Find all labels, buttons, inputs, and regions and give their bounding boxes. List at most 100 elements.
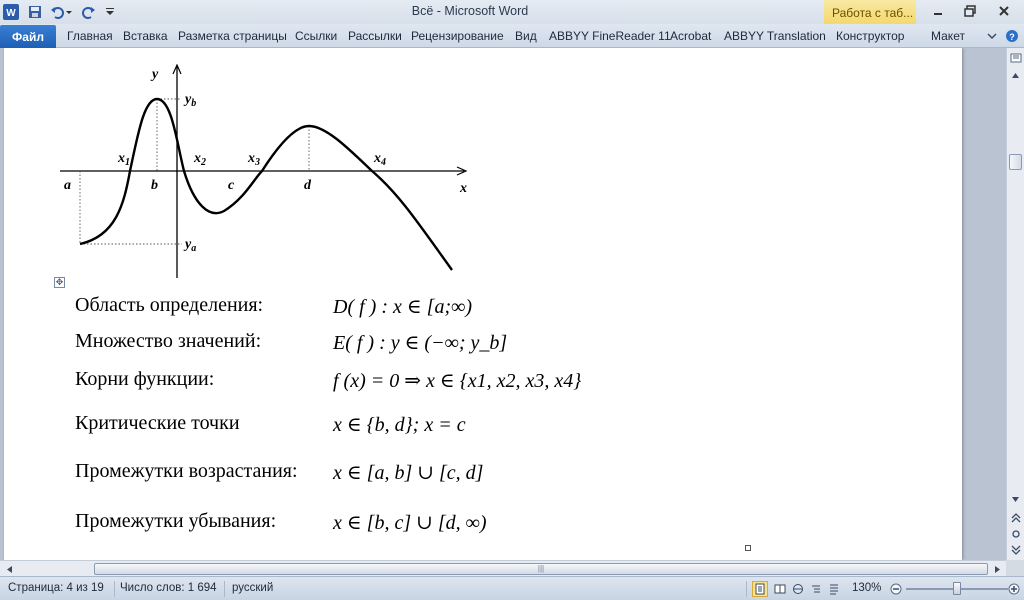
restore-icon xyxy=(964,5,976,17)
status-bar: Страница: 4 из 19 Число слов: 1 694 русс… xyxy=(0,576,1024,600)
property-row-increasing: Промежутки возрастания: x ∈ [a, b] ∪ [c,… xyxy=(75,460,655,488)
x4-label: x xyxy=(373,151,381,166)
x2-subscript: 2 xyxy=(200,157,206,168)
table-move-handle[interactable]: ✥ xyxy=(54,277,65,288)
status-separator xyxy=(224,581,225,597)
tab-view[interactable]: Вид xyxy=(515,29,537,43)
d-label: d xyxy=(304,178,312,193)
svg-text:x2: x2 xyxy=(193,151,206,168)
ruler-toggle-icon[interactable] xyxy=(1008,50,1023,65)
tab-design[interactable]: Конструктор xyxy=(836,29,904,43)
table-resize-handle[interactable] xyxy=(745,545,751,551)
property-formula: E( f ) : y ∈ (−∞; y_b] xyxy=(333,332,508,354)
x1-subscript: 1 xyxy=(125,157,130,168)
select-browse-object-icon[interactable] xyxy=(1008,526,1023,541)
property-row-range: Множество значений: E( f ) : y ∈ (−∞; y_… xyxy=(75,330,655,358)
horizontal-scrollbar[interactable]: ||| xyxy=(0,560,1006,576)
zoom-in-button[interactable] xyxy=(1006,581,1022,597)
close-button[interactable] xyxy=(990,2,1018,20)
x3-label: x xyxy=(247,151,255,166)
next-page-icon[interactable] xyxy=(1008,542,1023,557)
x4-subscript: 4 xyxy=(380,157,386,168)
tab-abbyy-translation[interactable]: ABBYY Translation xyxy=(724,29,826,43)
language-status[interactable]: русский xyxy=(232,582,273,594)
ya-subscript: a xyxy=(191,243,196,254)
status-separator xyxy=(114,581,115,597)
web-layout-view-button[interactable] xyxy=(790,581,806,597)
svg-text:x3: x3 xyxy=(247,151,260,168)
zoom-out-button[interactable] xyxy=(888,581,904,597)
page-number-status[interactable]: Страница: 4 из 19 xyxy=(8,582,104,594)
draft-icon xyxy=(830,584,838,595)
full-screen-reading-view-button[interactable] xyxy=(772,581,788,597)
y-axis-label: y xyxy=(150,67,159,82)
vertical-scrollbar[interactable] xyxy=(1006,48,1024,560)
property-label: Критические точки xyxy=(75,412,240,434)
property-formula: f (x) = 0 ⇒ x ∈ {x1, x2, x3, x4} xyxy=(333,370,582,392)
tab-file[interactable]: Файл xyxy=(0,25,56,48)
tab-review[interactable]: Рецензирование xyxy=(411,29,504,43)
svg-text:x1: x1 xyxy=(117,151,130,168)
property-label: Промежутки возрастания: xyxy=(75,460,298,482)
status-separator xyxy=(746,581,747,597)
zoom-in-icon xyxy=(1008,583,1020,595)
outline-view-button[interactable] xyxy=(808,581,824,597)
scroll-up-icon[interactable] xyxy=(1008,68,1023,83)
scroll-down-icon[interactable] xyxy=(1008,492,1023,507)
tab-home[interactable]: Главная xyxy=(67,29,113,43)
tab-insert[interactable]: Вставка xyxy=(123,29,168,43)
property-label: Множество значений: xyxy=(75,330,262,352)
tab-abbyy-finereader[interactable]: ABBYY FineReader 11 xyxy=(549,29,671,43)
property-formula: x ∈ {b, d}; x = c xyxy=(333,414,466,436)
tab-acrobat[interactable]: Acrobat xyxy=(670,29,711,43)
title-bar: W Всё - Microsoft Word Работа с таб... xyxy=(0,0,1024,26)
scroll-right-icon[interactable] xyxy=(990,562,1004,576)
svg-text:?: ? xyxy=(1009,32,1015,42)
draft-view-button[interactable] xyxy=(826,581,842,597)
tab-layout[interactable]: Макет xyxy=(931,29,965,43)
property-label: Корни функции: xyxy=(75,368,215,390)
previous-page-icon[interactable] xyxy=(1008,510,1023,525)
minimize-ribbon-icon[interactable] xyxy=(984,29,1000,43)
tab-page-layout[interactable]: Разметка страницы xyxy=(178,29,287,43)
table-tools-context-title: Работа с таб... xyxy=(824,0,916,26)
x1-label: x xyxy=(117,151,125,166)
window-title: Всё - Microsoft Word xyxy=(411,4,529,18)
zoom-out-icon xyxy=(890,583,902,595)
vertical-scroll-thumb[interactable] xyxy=(1009,154,1022,170)
tab-references[interactable]: Ссылки xyxy=(295,29,337,43)
outline-icon xyxy=(812,585,820,593)
web-layout-icon xyxy=(793,584,803,594)
a-label: a xyxy=(64,178,71,193)
function-curve xyxy=(79,97,453,271)
property-formula: x ∈ [a, b] ∪ [c, d] xyxy=(333,462,484,484)
document-page[interactable]: y x yb ya x1 x2 x3 x4 a b c d ✥ Область … xyxy=(4,48,962,560)
horizontal-scroll-thumb[interactable]: ||| xyxy=(94,563,988,575)
scroll-left-icon[interactable] xyxy=(2,562,16,576)
zoom-level[interactable]: 130% xyxy=(852,582,881,594)
minimize-button[interactable] xyxy=(924,2,952,20)
help-icon[interactable]: ? xyxy=(1004,29,1020,43)
yb-subscript: b xyxy=(191,98,196,109)
print-layout-icon xyxy=(755,583,765,595)
document-area: y x yb ya x1 x2 x3 x4 a b c d ✥ Область … xyxy=(0,48,1006,560)
close-icon xyxy=(999,6,1009,16)
print-layout-view-button[interactable] xyxy=(752,581,768,597)
word-count-status[interactable]: Число слов: 1 694 xyxy=(120,582,217,594)
b-label: b xyxy=(151,178,158,193)
svg-text:ya: ya xyxy=(183,237,196,254)
function-graph: y x yb ya x1 x2 x3 x4 a b c d xyxy=(60,64,468,278)
property-row-roots: Корни функции: f (x) = 0 ⇒ x ∈ {x1, x2, … xyxy=(75,368,655,396)
restore-button[interactable] xyxy=(956,2,984,20)
x-axis-label: x xyxy=(459,181,467,196)
x3-subscript: 3 xyxy=(254,157,260,168)
zoom-slider-thumb[interactable] xyxy=(953,582,961,595)
svg-text:yb: yb xyxy=(183,92,196,109)
property-formula: x ∈ [b, c] ∪ [d, ∞) xyxy=(333,512,487,534)
property-label: Промежутки убывания: xyxy=(75,510,277,532)
property-row-critical-points: Критические точки x ∈ {b, d}; x = c xyxy=(75,412,655,440)
tab-mailings[interactable]: Рассылки xyxy=(348,29,402,43)
svg-text:x4: x4 xyxy=(373,151,386,168)
ribbon-tab-bar: Файл Главная Вставка Разметка страницы С… xyxy=(0,24,1024,48)
property-formula: D( f ) : x ∈ [a;∞) xyxy=(333,296,473,318)
